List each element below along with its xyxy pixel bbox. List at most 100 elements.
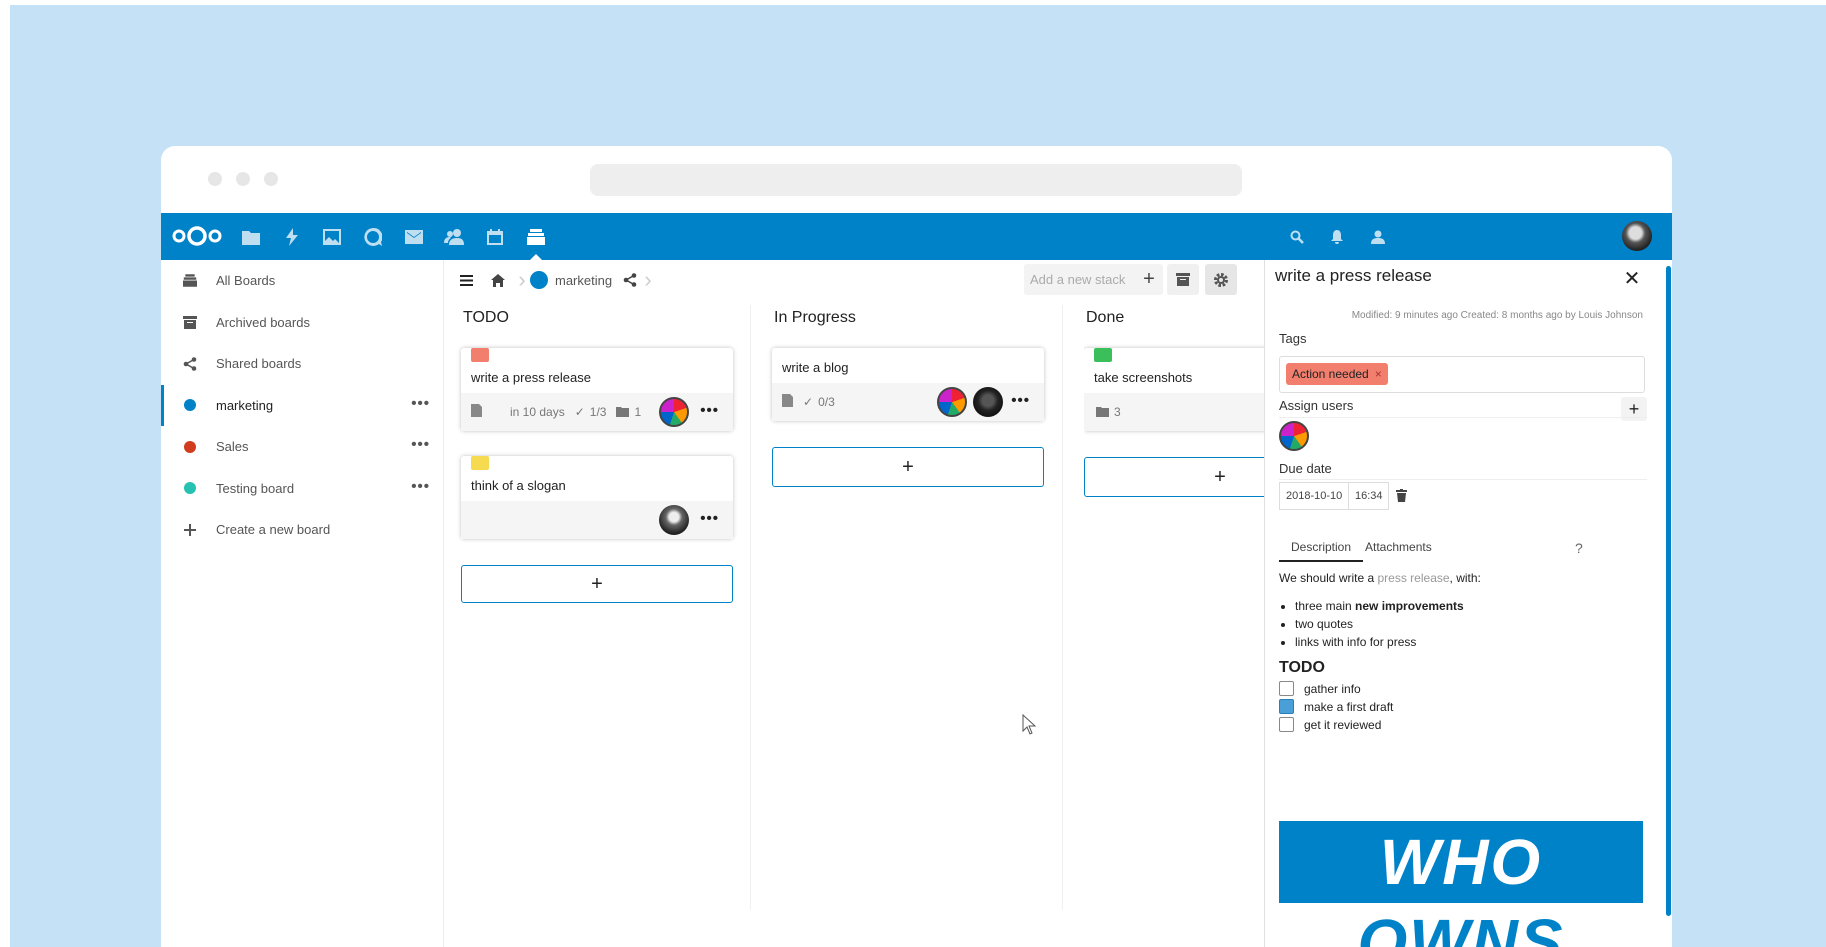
window-close-dot[interactable] bbox=[208, 172, 222, 186]
share-icon bbox=[181, 355, 199, 373]
avatar[interactable] bbox=[973, 387, 1003, 417]
due-date-label: Due date bbox=[1279, 461, 1332, 476]
user-avatar[interactable] bbox=[1622, 221, 1652, 251]
notifications-icon[interactable] bbox=[1323, 223, 1351, 251]
card-footer: 3 bbox=[1084, 393, 1264, 431]
nav-board-testing[interactable]: Testing board ••• bbox=[161, 468, 443, 510]
modified-info: Modified: 9 minutes ago Created: 8 month… bbox=[1351, 310, 1643, 321]
boards-icon bbox=[181, 272, 199, 290]
card-menu-button[interactable]: ••• bbox=[700, 511, 719, 526]
folder-icon bbox=[1096, 407, 1109, 417]
home-icon[interactable] bbox=[488, 270, 508, 290]
nav-label: Archived boards bbox=[216, 314, 310, 330]
due-time-input[interactable]: 16:34 bbox=[1348, 482, 1389, 510]
stack-title[interactable]: In Progress bbox=[772, 300, 1044, 336]
avatar[interactable] bbox=[937, 387, 967, 417]
board-menu-button[interactable]: ••• bbox=[411, 479, 430, 494]
tab-description[interactable]: Description bbox=[1279, 534, 1364, 562]
nav-label: Testing board bbox=[216, 480, 295, 496]
checklist-text: make a first draft bbox=[1304, 699, 1394, 714]
help-icon[interactable]: ? bbox=[1563, 534, 1595, 562]
nav-board-sales[interactable]: Sales ••• bbox=[161, 426, 443, 468]
activity-icon[interactable] bbox=[278, 223, 306, 251]
chevron-right-icon: › bbox=[644, 267, 652, 292]
description-content[interactable]: We should write a press release, with: t… bbox=[1279, 571, 1649, 735]
checklist-item: get it reviewed bbox=[1279, 717, 1649, 732]
details-title[interactable]: write a press release bbox=[1275, 266, 1432, 286]
checklist-item: make a first draft bbox=[1279, 699, 1649, 714]
share-icon[interactable] bbox=[620, 270, 640, 290]
press-release-link[interactable]: press release bbox=[1378, 571, 1450, 585]
scrollbar[interactable] bbox=[1666, 266, 1671, 916]
add-card-button[interactable]: + bbox=[461, 565, 733, 603]
attachment-count: 3 bbox=[1114, 405, 1121, 419]
stack-todo: TODO write a press release in 10 days ✓ 1… bbox=[461, 300, 733, 603]
settings-gear-icon[interactable] bbox=[1205, 264, 1237, 295]
card-footer: ••• bbox=[461, 501, 733, 539]
list-text: two quotes bbox=[1295, 617, 1354, 631]
calendar-icon[interactable] bbox=[481, 223, 509, 251]
avatar[interactable] bbox=[659, 397, 689, 427]
add-stack-input[interactable]: Add a new stack + bbox=[1024, 264, 1163, 295]
card-checklist: ✓ 0/3 bbox=[803, 395, 835, 409]
stack-title[interactable]: TODO bbox=[461, 300, 733, 336]
description-heading: TODO bbox=[1279, 659, 1325, 676]
add-stack-placeholder: Add a new stack bbox=[1030, 272, 1126, 287]
card-write-blog[interactable]: write a blog ✓ 0/3 ••• bbox=[772, 348, 1044, 421]
check-icon: ✓ bbox=[803, 395, 814, 409]
window-maximize-dot[interactable] bbox=[264, 172, 278, 186]
window-minimize-dot[interactable] bbox=[236, 172, 250, 186]
tags-input[interactable]: Action needed × bbox=[1279, 356, 1645, 393]
board-menu-button[interactable]: ••• bbox=[411, 437, 430, 452]
nav-label: Create a new board bbox=[216, 522, 331, 538]
checklist-text: gather info bbox=[1304, 681, 1361, 696]
add-stack-button[interactable]: + bbox=[1135, 268, 1163, 291]
due-date-input[interactable]: 2018-10-10 bbox=[1279, 482, 1349, 510]
board-menu-button[interactable]: ••• bbox=[411, 396, 430, 411]
card-take-screenshots[interactable]: take screenshots 3 bbox=[1084, 348, 1264, 431]
nav-board-marketing[interactable]: marketing ••• bbox=[161, 384, 443, 426]
board-color-bullet bbox=[181, 396, 199, 414]
contacts-menu-icon[interactable] bbox=[1364, 223, 1392, 251]
deck-icon[interactable] bbox=[522, 223, 550, 251]
checklist-count: 1/3 bbox=[589, 405, 607, 419]
stack-title[interactable]: Done bbox=[1084, 300, 1264, 336]
nav-all-boards[interactable]: All Boards bbox=[161, 260, 443, 302]
checkbox[interactable] bbox=[1279, 699, 1294, 714]
avatar[interactable] bbox=[659, 505, 689, 535]
tab-attachments[interactable]: Attachments bbox=[1353, 534, 1444, 560]
talk-icon[interactable] bbox=[359, 223, 387, 251]
gallery-icon[interactable] bbox=[318, 223, 346, 251]
checklist-text: get it reviewed bbox=[1304, 717, 1382, 732]
description-icon bbox=[782, 394, 793, 410]
card-menu-button[interactable]: ••• bbox=[700, 403, 719, 418]
menu-toggle-icon[interactable] bbox=[456, 270, 476, 290]
bullet-dot bbox=[184, 440, 196, 453]
nextcloud-logo[interactable] bbox=[171, 222, 223, 250]
search-icon[interactable] bbox=[1283, 223, 1311, 251]
contacts-icon[interactable] bbox=[440, 223, 468, 251]
files-icon[interactable] bbox=[237, 223, 265, 251]
tag-remove-icon[interactable]: × bbox=[1375, 367, 1382, 381]
add-card-button[interactable]: + bbox=[1084, 457, 1264, 497]
nav-create-board[interactable]: Create a new board bbox=[161, 509, 443, 551]
stack-done: Done take screenshots 3 + bbox=[1084, 300, 1264, 497]
trash-icon[interactable] bbox=[1396, 489, 1407, 507]
add-card-button[interactable]: + bbox=[772, 447, 1044, 487]
card-think-of-slogan[interactable]: think of a slogan ••• bbox=[461, 456, 733, 539]
card-write-press-release[interactable]: write a press release in 10 days ✓ 1/3 1 … bbox=[461, 348, 733, 431]
card-menu-button[interactable]: ••• bbox=[1011, 393, 1030, 408]
nav-shared-boards[interactable]: Shared boards bbox=[161, 343, 443, 385]
close-icon[interactable]: ✕ bbox=[1621, 268, 1643, 290]
mail-icon[interactable] bbox=[400, 223, 428, 251]
archive-button[interactable] bbox=[1167, 264, 1199, 295]
nav-archived-boards[interactable]: Archived boards bbox=[161, 302, 443, 344]
tag-text: Action needed bbox=[1292, 367, 1369, 381]
assigned-user-avatar[interactable] bbox=[1279, 421, 1309, 451]
list-item: three main new improvements bbox=[1295, 599, 1649, 613]
address-bar[interactable] bbox=[590, 164, 1242, 196]
board-title[interactable]: marketing bbox=[555, 273, 612, 288]
checkbox[interactable] bbox=[1279, 717, 1294, 732]
checkbox[interactable] bbox=[1279, 681, 1294, 696]
list-bold: new improvements bbox=[1355, 599, 1464, 613]
